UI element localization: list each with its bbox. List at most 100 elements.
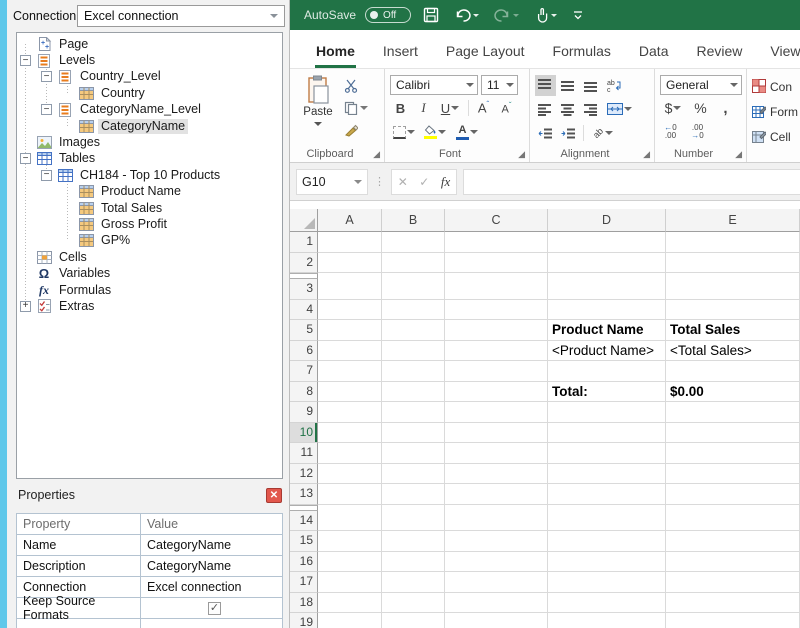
row-header-14[interactable]: 14 bbox=[290, 511, 318, 532]
cell-C18[interactable] bbox=[445, 593, 548, 614]
cell-B5[interactable] bbox=[382, 320, 445, 341]
cell-D1[interactable] bbox=[548, 232, 666, 253]
row-header-19[interactable]: 19 bbox=[290, 613, 318, 628]
row-header-3[interactable]: 3 bbox=[290, 279, 318, 300]
cell-D9[interactable] bbox=[548, 402, 666, 423]
cell-D3[interactable] bbox=[548, 279, 666, 300]
tree-item-cells[interactable]: Cells bbox=[17, 249, 282, 265]
percent-style-button[interactable]: % bbox=[690, 98, 711, 119]
keep-source-formats-checkbox[interactable]: ✓ bbox=[208, 602, 221, 615]
wrap-text-button[interactable]: abc bbox=[604, 75, 625, 96]
align-top-button[interactable] bbox=[535, 75, 556, 96]
format-painter-button[interactable] bbox=[341, 120, 371, 140]
name-box[interactable]: G10 bbox=[296, 169, 368, 195]
cell-A14[interactable] bbox=[318, 511, 382, 532]
redo-button[interactable] bbox=[491, 4, 522, 26]
tree-item-formulas[interactable]: fxFormulas bbox=[17, 282, 282, 298]
cell-B12[interactable] bbox=[382, 464, 445, 485]
cell-C12[interactable] bbox=[445, 464, 548, 485]
row-header-12[interactable]: 12 bbox=[290, 464, 318, 485]
cell-E16[interactable] bbox=[666, 552, 800, 573]
copy-button[interactable] bbox=[341, 98, 371, 118]
cell-E14[interactable] bbox=[666, 511, 800, 532]
row-header-16[interactable]: 16 bbox=[290, 552, 318, 573]
cell-B8[interactable] bbox=[382, 382, 445, 403]
cell-D2[interactable] bbox=[548, 253, 666, 274]
cell-E4[interactable] bbox=[666, 300, 800, 321]
cell-E6[interactable]: <Total Sales> bbox=[666, 341, 800, 362]
tree-item-gross-profit[interactable]: Gross Profit bbox=[17, 216, 282, 232]
cell-B11[interactable] bbox=[382, 443, 445, 464]
cell-B10[interactable] bbox=[382, 423, 445, 444]
cell-A3[interactable] bbox=[318, 279, 382, 300]
cell-A9[interactable] bbox=[318, 402, 382, 423]
tree-item-product-name[interactable]: Product Name bbox=[17, 184, 282, 200]
cell-A7[interactable] bbox=[318, 361, 382, 382]
bold-button[interactable]: B bbox=[390, 98, 411, 119]
enter-icon[interactable]: ✓ bbox=[419, 175, 429, 189]
cell-A13[interactable] bbox=[318, 484, 382, 505]
cell-E9[interactable] bbox=[666, 402, 800, 423]
cell-E12[interactable] bbox=[666, 464, 800, 485]
cell-D6[interactable]: <Product Name> bbox=[548, 341, 666, 362]
save-button[interactable] bbox=[420, 4, 442, 26]
align-middle-button[interactable] bbox=[558, 75, 579, 96]
cell-E3[interactable] bbox=[666, 279, 800, 300]
tree-item-categoryname-level[interactable]: −CategoryName_Level bbox=[17, 102, 282, 118]
tree-expander[interactable]: − bbox=[20, 55, 31, 66]
cell-E5[interactable]: Total Sales bbox=[666, 320, 800, 341]
tab-home[interactable]: Home bbox=[302, 43, 369, 68]
cell-B7[interactable] bbox=[382, 361, 445, 382]
cell-A5[interactable] bbox=[318, 320, 382, 341]
cell-D15[interactable] bbox=[548, 531, 666, 552]
column-header-C[interactable]: C bbox=[445, 209, 548, 232]
property-value[interactable]: CategoryName bbox=[141, 535, 282, 555]
column-header-A[interactable]: A bbox=[318, 209, 382, 232]
cell-C10[interactable] bbox=[445, 423, 548, 444]
property-value[interactable]: ✓ bbox=[141, 598, 282, 618]
cell-A12[interactable] bbox=[318, 464, 382, 485]
tree-item-images[interactable]: Images bbox=[17, 134, 282, 150]
align-left-button[interactable] bbox=[535, 99, 556, 120]
tree-expander[interactable]: − bbox=[41, 170, 52, 181]
cell-D14[interactable] bbox=[548, 511, 666, 532]
cell-A15[interactable] bbox=[318, 531, 382, 552]
tab-review[interactable]: Review bbox=[682, 43, 756, 68]
property-value[interactable]: CategoryName bbox=[141, 556, 282, 576]
styles-button-cell[interactable]: Cell bbox=[752, 126, 800, 148]
cell-E11[interactable] bbox=[666, 443, 800, 464]
undo-button[interactable] bbox=[451, 4, 482, 26]
column-header-E[interactable]: E bbox=[666, 209, 800, 232]
cell-A2[interactable] bbox=[318, 253, 382, 274]
cancel-icon[interactable]: ✕ bbox=[398, 175, 408, 189]
tab-formulas[interactable]: Formulas bbox=[539, 43, 625, 68]
cell-B17[interactable] bbox=[382, 572, 445, 593]
row-header-2[interactable]: 2 bbox=[290, 253, 318, 274]
underline-button[interactable]: U bbox=[436, 98, 464, 119]
increase-indent-button[interactable] bbox=[558, 123, 579, 144]
cell-B16[interactable] bbox=[382, 552, 445, 573]
tree-item-categoryname[interactable]: CategoryName bbox=[17, 118, 282, 134]
cell-C13[interactable] bbox=[445, 484, 548, 505]
cell-A19[interactable] bbox=[318, 613, 382, 628]
cell-D8[interactable]: Total: bbox=[548, 382, 666, 403]
cell-C6[interactable] bbox=[445, 341, 548, 362]
tree-item-tables[interactable]: −Tables bbox=[17, 151, 282, 167]
autosave-toggle[interactable]: Off bbox=[365, 7, 411, 23]
cell-C11[interactable] bbox=[445, 443, 548, 464]
select-all-corner[interactable] bbox=[290, 209, 318, 232]
font-size-dropdown[interactable]: 11 bbox=[481, 75, 518, 95]
tab-data[interactable]: Data bbox=[625, 43, 683, 68]
row-header-7[interactable]: 7 bbox=[290, 361, 318, 382]
properties-close-button[interactable]: ✕ bbox=[266, 488, 282, 503]
cell-C1[interactable] bbox=[445, 232, 548, 253]
cell-D13[interactable] bbox=[548, 484, 666, 505]
cell-C9[interactable] bbox=[445, 402, 548, 423]
cell-B2[interactable] bbox=[382, 253, 445, 274]
cell-B3[interactable] bbox=[382, 279, 445, 300]
cell-D18[interactable] bbox=[548, 593, 666, 614]
cell-D11[interactable] bbox=[548, 443, 666, 464]
row-header-5[interactable]: 5 bbox=[290, 320, 318, 341]
dialog-launcher-icon[interactable]: ◢ bbox=[518, 149, 525, 160]
cell-A8[interactable] bbox=[318, 382, 382, 403]
